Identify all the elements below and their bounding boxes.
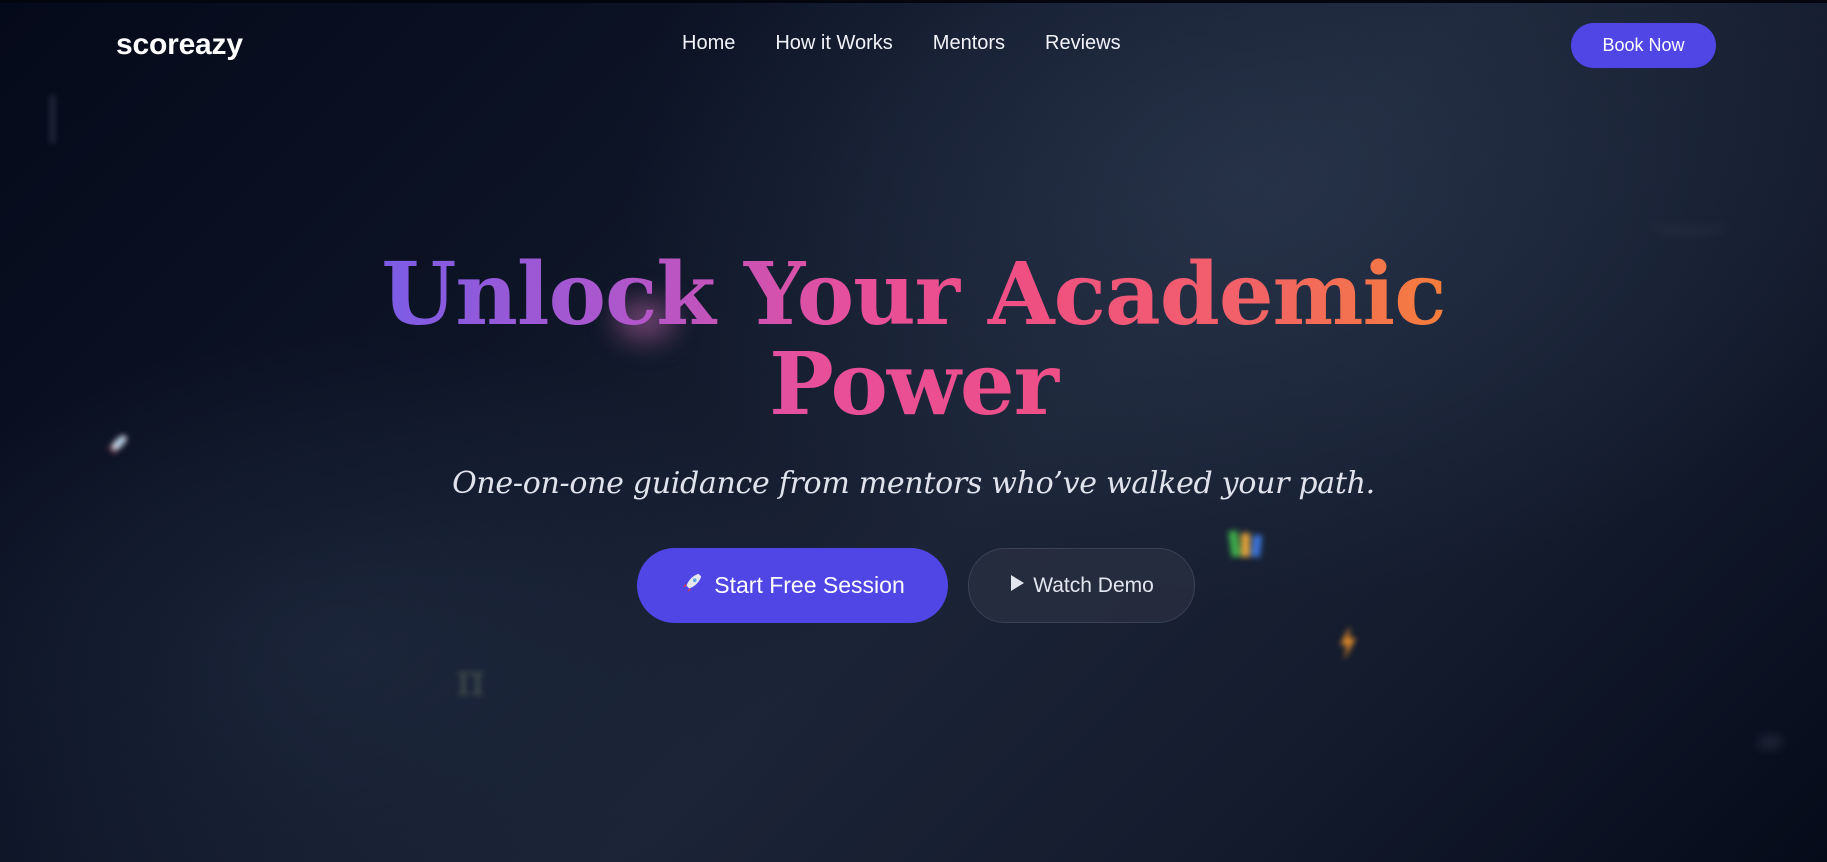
decor-bar bbox=[50, 95, 55, 143]
hero-subtitle: One-on-one guidance from mentors who’ve … bbox=[452, 466, 1375, 501]
nav-item-reviews[interactable]: Reviews bbox=[1045, 32, 1121, 55]
hero-title: Unlock Your Academic Power bbox=[0, 250, 1827, 430]
decor-scribble bbox=[1650, 200, 1730, 234]
start-free-session-button[interactable]: Start Free Session bbox=[637, 548, 948, 623]
top-border bbox=[0, 0, 1827, 3]
hero-title-line2: Power bbox=[0, 340, 1827, 430]
play-icon bbox=[1009, 574, 1025, 597]
rocket-icon bbox=[104, 432, 130, 458]
nav-item-mentors[interactable]: Mentors bbox=[933, 32, 1005, 55]
nav-item-home[interactable]: Home bbox=[682, 32, 735, 55]
nav-item-how-it-works[interactable]: How it Works bbox=[775, 32, 892, 55]
brand-logo[interactable]: scoreazy bbox=[116, 28, 243, 62]
start-free-session-label: Start Free Session bbox=[714, 572, 905, 598]
decor-dot bbox=[1758, 735, 1782, 749]
pi-symbol-decor: π bbox=[456, 655, 485, 706]
watch-demo-label: Watch Demo bbox=[1033, 573, 1154, 597]
rocket-icon bbox=[680, 571, 704, 601]
book-now-button[interactable]: Book Now bbox=[1571, 23, 1716, 68]
hero-title-line1: Unlock Your Academic bbox=[381, 244, 1446, 345]
books-icon bbox=[1228, 527, 1268, 561]
main-nav: Home How it Works Mentors Reviews bbox=[682, 32, 1121, 55]
watch-demo-button[interactable]: Watch Demo bbox=[968, 548, 1195, 623]
lightning-icon bbox=[1338, 625, 1358, 661]
